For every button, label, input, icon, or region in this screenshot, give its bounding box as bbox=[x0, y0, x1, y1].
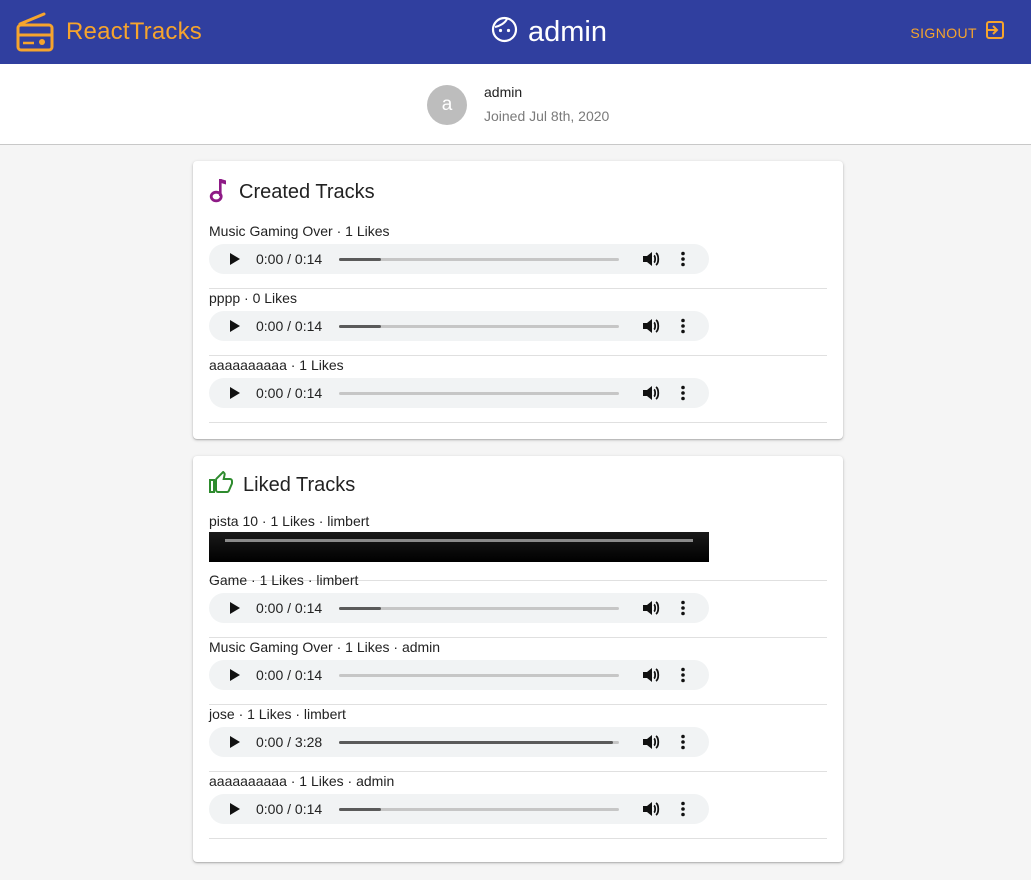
music-note-icon bbox=[209, 177, 227, 208]
audio-player[interactable]: 0:00 / 0:14 bbox=[209, 794, 709, 824]
track-meta: pista 10 · 1 Likes · limbert bbox=[209, 513, 370, 529]
volume-icon[interactable] bbox=[642, 251, 660, 267]
seek-bar-fill bbox=[339, 607, 381, 610]
profile-joined-date: Joined Jul 8th, 2020 bbox=[484, 108, 610, 124]
liked-tracks-header: Liked Tracks bbox=[209, 468, 355, 502]
play-icon[interactable] bbox=[230, 736, 240, 748]
track-item: aaaaaaaaaa · 1 Likes 0:00 / 0:14 bbox=[209, 355, 827, 423]
audio-player[interactable]: 0:00 / 0:14 bbox=[209, 378, 709, 408]
created-tracks-title: Created Tracks bbox=[239, 180, 375, 203]
brand-link[interactable]: ReactTracks bbox=[16, 12, 202, 52]
seek-bar[interactable] bbox=[339, 674, 619, 677]
track-item: pppp · 0 Likes 0:00 / 0:14 bbox=[209, 288, 827, 356]
app-bar: ReactTracks admin SIGNOUT bbox=[0, 0, 1031, 64]
track-item: aaaaaaaaaa · 1 Likes · admin 0:00 / 0:14 bbox=[209, 771, 827, 839]
seek-bar-fill bbox=[339, 258, 381, 261]
time-display: 0:00 / 0:14 bbox=[256, 600, 323, 616]
created-tracks-card: Created Tracks Music Gaming Over · 1 Lik… bbox=[193, 161, 843, 439]
track-meta: Music Gaming Over · 1 Likes bbox=[209, 223, 390, 239]
seek-bar[interactable] bbox=[339, 808, 619, 811]
track-meta: jose · 1 Likes · limbert bbox=[209, 706, 346, 722]
play-icon[interactable] bbox=[230, 320, 240, 332]
track-meta: aaaaaaaaaa · 1 Likes bbox=[209, 357, 344, 373]
track-meta: Music Gaming Over · 1 Likes · admin bbox=[209, 639, 441, 655]
time-display: 0:00 / 0:14 bbox=[256, 801, 323, 817]
brand-name: ReactTracks bbox=[66, 18, 203, 45]
volume-icon[interactable] bbox=[642, 667, 660, 683]
volume-icon[interactable] bbox=[642, 734, 660, 750]
volume-icon[interactable] bbox=[642, 318, 660, 334]
seek-bar-fill bbox=[339, 808, 381, 811]
more-options-icon[interactable] bbox=[680, 318, 686, 334]
time-display: 0:00 / 0:14 bbox=[256, 251, 323, 267]
volume-icon[interactable] bbox=[642, 385, 660, 401]
seek-bar[interactable] bbox=[339, 392, 619, 395]
track-meta: pppp · 0 Likes bbox=[209, 290, 297, 306]
thumb-up-icon bbox=[209, 470, 233, 500]
track-item: Music Gaming Over · 1 Likes 0:00 / 0:14 bbox=[209, 221, 827, 289]
seek-bar[interactable] bbox=[339, 258, 619, 261]
time-display: 0:00 / 0:14 bbox=[256, 385, 323, 401]
more-options-icon[interactable] bbox=[680, 801, 686, 817]
more-options-icon[interactable] bbox=[680, 734, 686, 750]
more-options-icon[interactable] bbox=[680, 385, 686, 401]
audio-player[interactable]: 0:00 / 0:14 bbox=[209, 660, 709, 690]
current-user: admin bbox=[491, 14, 607, 50]
audio-player[interactable]: 0:00 / 3:28 bbox=[209, 727, 709, 757]
track-meta: Game · 1 Likes · limbert bbox=[209, 572, 359, 588]
volume-icon[interactable] bbox=[642, 801, 660, 817]
created-tracks-header: Created Tracks bbox=[209, 175, 375, 209]
audio-player[interactable]: 0:00 / 0:14 bbox=[209, 244, 709, 274]
play-icon[interactable] bbox=[230, 253, 240, 265]
track-item: Music Gaming Over · 1 Likes · admin 0:00… bbox=[209, 637, 827, 705]
signout-label: SIGNOUT bbox=[910, 24, 977, 41]
signout-button[interactable]: SIGNOUT bbox=[910, 20, 1005, 45]
profile-header: a admin Joined Jul 8th, 2020 bbox=[0, 64, 1031, 145]
header-username: admin bbox=[528, 15, 607, 48]
seek-bar[interactable] bbox=[339, 325, 619, 328]
more-options-icon[interactable] bbox=[680, 667, 686, 683]
track-item: jose · 1 Likes · limbert 0:00 / 3:28 bbox=[209, 704, 827, 772]
liked-tracks-title: Liked Tracks bbox=[243, 473, 356, 496]
play-icon[interactable] bbox=[230, 803, 240, 815]
avatar: a bbox=[427, 85, 467, 125]
time-display: 0:00 / 0:14 bbox=[256, 318, 323, 334]
more-options-icon[interactable] bbox=[680, 251, 686, 267]
volume-icon[interactable] bbox=[642, 600, 660, 616]
seek-bar-fill bbox=[339, 741, 614, 744]
exit-icon bbox=[985, 20, 1005, 45]
track-item: Game · 1 Likes · limbert 0:00 / 0:14 bbox=[209, 570, 827, 638]
play-icon[interactable] bbox=[230, 387, 240, 399]
track-meta: aaaaaaaaaa · 1 Likes · admin bbox=[209, 773, 395, 789]
audio-player[interactable]: 0:00 / 0:14 bbox=[209, 593, 709, 623]
time-display: 0:00 / 0:14 bbox=[256, 667, 323, 683]
liked-tracks-card: Liked Tracks pista 10 · 1 Likes · limber… bbox=[193, 456, 843, 862]
seek-bar[interactable] bbox=[339, 741, 619, 744]
seek-bar[interactable] bbox=[339, 607, 619, 610]
seek-bar-fill bbox=[339, 325, 381, 328]
play-icon[interactable] bbox=[230, 602, 240, 614]
face-icon bbox=[491, 16, 518, 48]
profile-username: admin bbox=[484, 84, 523, 100]
more-options-icon[interactable] bbox=[680, 600, 686, 616]
audio-player[interactable]: 0:00 / 0:14 bbox=[209, 311, 709, 341]
time-display: 0:00 / 3:28 bbox=[256, 734, 323, 750]
play-icon[interactable] bbox=[230, 669, 240, 681]
video-seek-bar[interactable] bbox=[225, 539, 693, 542]
video-player[interactable] bbox=[209, 532, 709, 562]
radio-icon bbox=[16, 12, 54, 52]
